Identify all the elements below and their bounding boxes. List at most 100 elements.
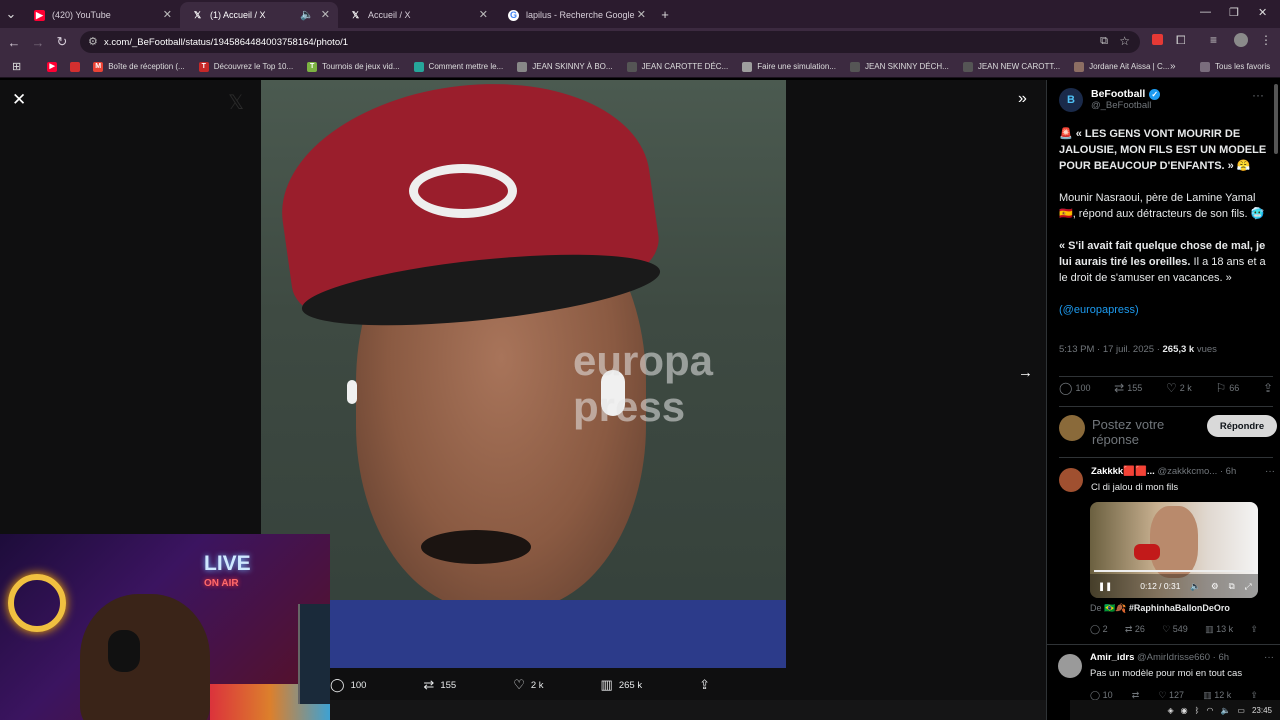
bookmark-item[interactable]: JEAN SKINNY À BO... [517, 61, 613, 72]
bluetooth-icon[interactable]: ᛒ [1195, 706, 1200, 715]
tweet-time[interactable]: 5:13 PM · 17 juil. 2025 · [1059, 344, 1163, 355]
tray-app-icon[interactable]: ◉ [1181, 706, 1188, 715]
europapress-link[interactable]: (@europapress) [1059, 302, 1271, 318]
scrollbar[interactable] [1274, 84, 1278, 154]
bookmark-doc[interactable] [70, 61, 85, 72]
repost-icon: ⇄ [423, 677, 435, 692]
forward-arrow-icon[interactable]: → [26, 35, 50, 50]
close-tab-icon[interactable]: ✕ [637, 8, 646, 21]
volume-icon[interactable]: 🔈 [1220, 706, 1230, 715]
author-handle[interactable]: @_BeFootball [1091, 100, 1160, 111]
share-icon[interactable]: ⇪ [1250, 624, 1258, 635]
close-tab-icon[interactable]: ✕ [479, 8, 488, 21]
clock[interactable]: 23:45 [1252, 706, 1272, 715]
expand-panel-icon[interactable]: » [1018, 90, 1027, 108]
settings-icon[interactable]: ⚙ [1211, 581, 1219, 592]
tab-x-home[interactable]: 𝕏 Accueil / X ✕ [338, 2, 496, 28]
reply-input[interactable]: Postez votre réponse [1092, 417, 1182, 447]
like-stat[interactable]: ♡ 549 [1162, 624, 1188, 635]
tab-x-home-active[interactable]: 𝕏 (1) Accueil / X 🔈 ✕ [180, 2, 338, 28]
media-controls-icon[interactable]: ≡ [1210, 33, 1217, 47]
extensions-puzzle-icon[interactable]: ⧠ [1176, 33, 1186, 48]
extension-red-icon[interactable] [1152, 34, 1163, 45]
tab-youtube[interactable]: ▶ (420) YouTube ✕ [22, 2, 180, 28]
reply-avatar[interactable] [1059, 468, 1083, 492]
bookmark-item[interactable]: Comment mettre le... [413, 61, 503, 72]
address-bar[interactable]: ⚙ x.com/_BeFootball/status/1945864484003… [80, 31, 1140, 53]
document-icon [742, 61, 753, 72]
reply-action[interactable]: ◯ 100 [330, 677, 366, 693]
site-info-icon[interactable]: ⚙ [88, 35, 98, 48]
apps-grid-icon[interactable]: ⊞ [12, 60, 21, 73]
tab-search-chevron-icon[interactable]: ⌄ [0, 0, 22, 28]
fullscreen-icon[interactable]: ⤢ [1245, 581, 1252, 592]
restore-icon[interactable]: ❐ [1229, 6, 1239, 19]
bookmark-item[interactable]: JEAN SKINNY DÉCH... [849, 61, 949, 72]
pause-icon[interactable]: ❚❚ [1098, 581, 1112, 592]
bookmark-stat[interactable]: ⚐ 66 [1215, 381, 1239, 395]
close-tab-icon[interactable]: ✕ [321, 8, 330, 21]
tab-google-search[interactable]: G lapilus - Recherche Google ✕ [496, 2, 654, 28]
repost-action[interactable]: ⇄ 155 [423, 677, 456, 693]
views-action[interactable]: ▥ 265 k [601, 677, 643, 693]
picture-in-picture-icon[interactable]: ⧉ [1229, 581, 1235, 592]
next-photo-arrow-icon[interactable]: → [1018, 364, 1033, 381]
verified-badge-icon: ✓ [1149, 88, 1161, 100]
reply-handle: @AmirIdrisse660 · 6h [1137, 652, 1230, 663]
views-stat[interactable]: ▥ 13 k [1205, 624, 1233, 635]
more-options-icon[interactable]: ··· [1265, 466, 1275, 477]
befootball-avatar[interactable]: B [1059, 88, 1083, 112]
bookmark-item[interactable]: T Découvrez le Top 10... [198, 61, 293, 72]
battery-icon[interactable]: ▭ [1237, 706, 1245, 715]
minimize-icon[interactable]: — [1200, 6, 1211, 18]
close-viewer-icon[interactable]: ✕ [12, 90, 26, 110]
tweet-author[interactable]: B BeFootball ✓ @_BeFootball [1059, 88, 1161, 112]
tray-app-icon[interactable]: ◈ [1168, 706, 1174, 715]
like-stat[interactable]: ♡ 2 k [1166, 381, 1192, 395]
bookmark-item[interactable]: Faire une simulation... [742, 61, 836, 72]
hashtag-link[interactable]: #RaphinhaBallonDeOro [1129, 603, 1230, 613]
bookmark-youtube[interactable]: ▶ [47, 61, 62, 72]
video-progress-bar[interactable] [1094, 570, 1254, 572]
reload-icon[interactable]: ↻ [50, 34, 74, 50]
bookmark-item[interactable]: JEAN NEW CAROTT... [962, 61, 1060, 72]
bookmark-label: JEAN SKINNY DÉCH... [864, 62, 949, 71]
volume-icon[interactable]: 🔈 [1190, 581, 1201, 592]
reply-video[interactable]: ❚❚ 0:12 / 0:31 🔈 ⚙ ⧉ ⤢ [1090, 502, 1258, 598]
back-arrow-icon[interactable]: ← [2, 35, 26, 50]
share-stat[interactable]: ⇪ [1263, 381, 1273, 395]
reply-button[interactable]: Répondre [1207, 415, 1277, 437]
install-app-icon[interactable]: ⧉ [1100, 35, 1108, 48]
chrome-menu-icon[interactable]: ⋮ [1260, 33, 1272, 47]
reply-stat[interactable]: ◯ 2 [1090, 624, 1108, 635]
repost-stat[interactable]: ⇄ 155 [1114, 381, 1142, 395]
close-tab-icon[interactable]: ✕ [163, 8, 172, 21]
more-options-icon[interactable]: ··· [1252, 88, 1264, 102]
reply-stat[interactable]: ◯ 100 [1059, 381, 1090, 395]
like-count: 2 k [530, 679, 544, 691]
bookmark-item[interactable]: Jordane Ait Aissa | C... [1074, 61, 1169, 72]
share-action[interactable]: ⇪ [699, 677, 710, 693]
all-favorites[interactable]: Tous les favoris [1200, 61, 1270, 72]
profile-avatar[interactable] [1234, 33, 1248, 47]
reply-author[interactable]: Amir_idrs [1090, 652, 1134, 663]
tweet-quote: « S'il avait fait quelque chose de mal, … [1059, 238, 1271, 286]
bookmark-item[interactable]: T Tournois de jeux vid... [307, 61, 400, 72]
like-action[interactable]: ♡ 2 k [513, 677, 543, 693]
reply-avatar[interactable] [1058, 654, 1082, 678]
speaker-icon[interactable]: 🔈 [300, 8, 314, 21]
author-name[interactable]: BeFootball [1091, 88, 1145, 100]
tweet-photo[interactable]: europa press [261, 80, 786, 668]
bookmarks-overflow-icon[interactable]: » [1170, 61, 1176, 72]
bookmark-star-icon[interactable]: ☆ [1119, 34, 1130, 48]
dimmed-x-logo-icon: 𝕏 [228, 92, 245, 114]
bookmark-item[interactable]: JEAN CAROTTE DÉC... [626, 61, 728, 72]
bookmark-item[interactable]: M Boîte de réception (... [93, 61, 185, 72]
more-options-icon[interactable]: ··· [1264, 652, 1274, 663]
reply-author[interactable]: Zakkkk🟥🟥... [1091, 466, 1155, 477]
new-tab-plus-icon[interactable]: + [654, 0, 676, 28]
close-window-icon[interactable]: ✕ [1258, 6, 1267, 19]
bookmark-label: Tournois de jeux vid... [322, 62, 400, 71]
wifi-icon[interactable]: ◠ [1206, 706, 1213, 715]
repost-stat[interactable]: ⇄ 26 [1125, 624, 1145, 635]
